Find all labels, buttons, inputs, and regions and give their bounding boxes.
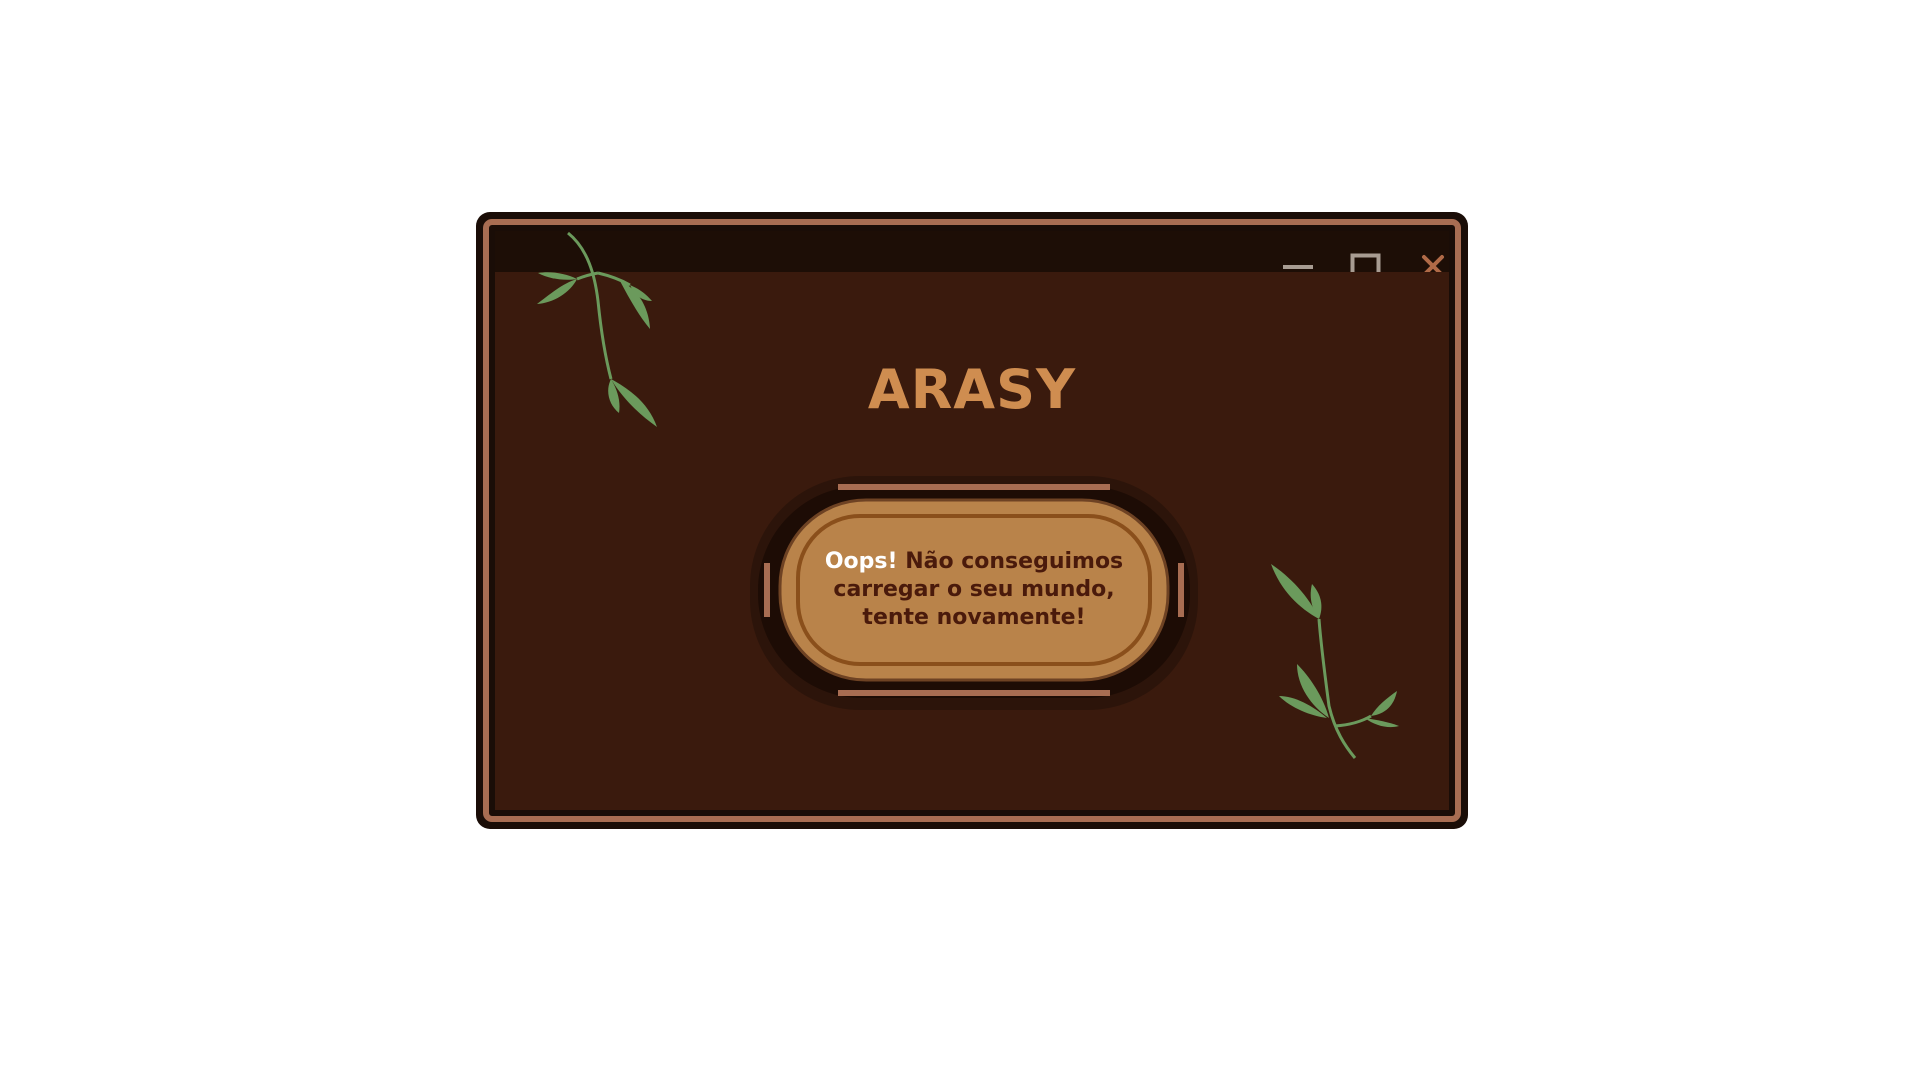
minimize-icon (1283, 265, 1313, 269)
minimize-button[interactable] (1268, 231, 1318, 272)
stage: ARASY Oops! Não conseguimos carregar o s… (0, 0, 1920, 1080)
maximize-icon (1350, 253, 1381, 272)
maximize-button[interactable] (1338, 231, 1388, 272)
leaf-branch-decoration (537, 231, 657, 427)
app-window: ARASY Oops! Não conseguimos carregar o s… (476, 212, 1468, 829)
close-icon (1422, 255, 1444, 272)
error-emphasis: Oops! (824, 549, 898, 574)
close-button[interactable] (1407, 231, 1449, 272)
error-dialog: Oops! Não conseguimos carregar o seu mun… (750, 466, 1198, 714)
window-content: ARASY Oops! Não conseguimos carregar o s… (495, 231, 1449, 810)
app-title: ARASY (867, 358, 1077, 421)
error-message: Oops! Não conseguimos carregar o seu mun… (820, 528, 1128, 652)
leaf-branch-decoration (1271, 564, 1399, 759)
